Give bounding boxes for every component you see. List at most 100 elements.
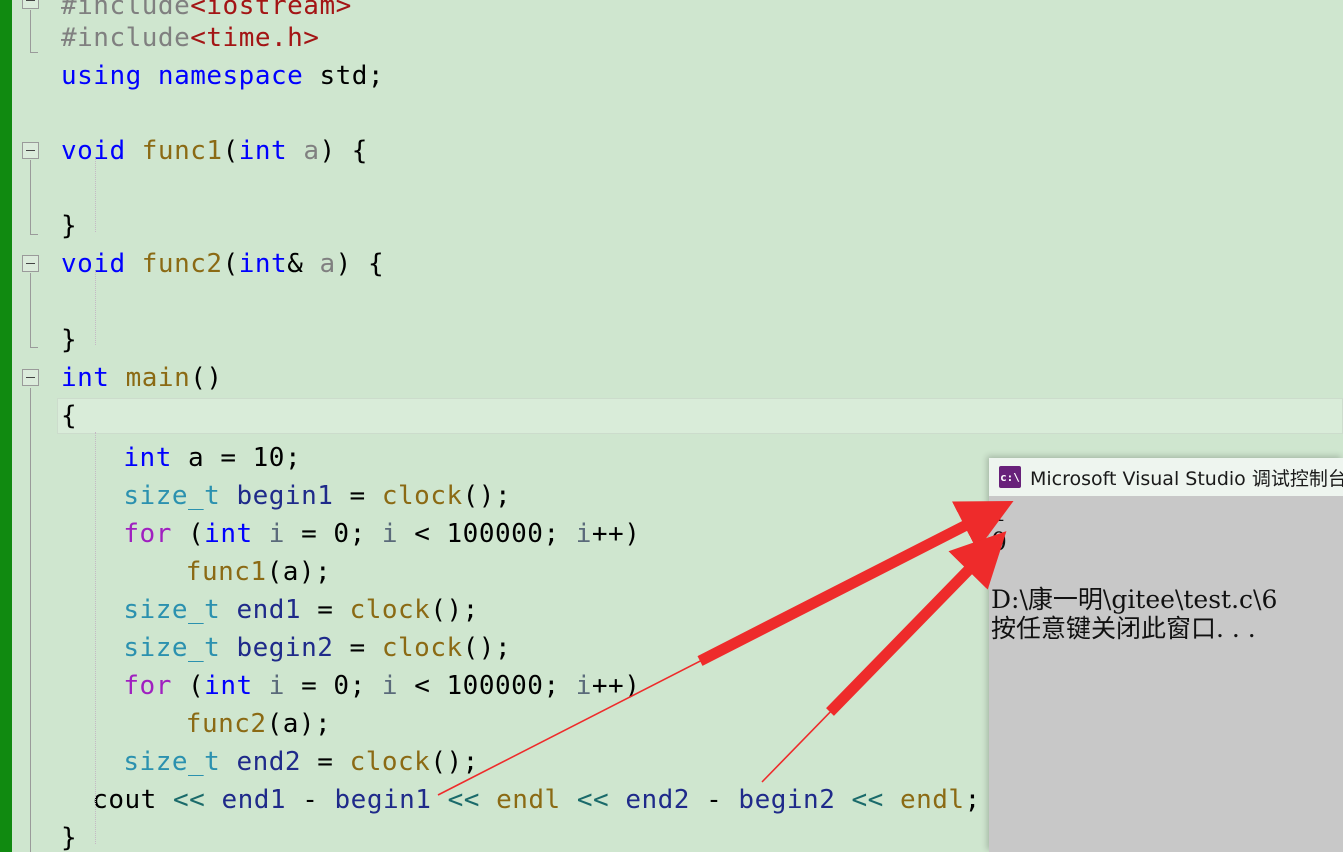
- code-token: int: [238, 136, 288, 166]
- code-token: {: [61, 401, 78, 431]
- code-token: <: [398, 671, 447, 701]
- code-token: -: [689, 785, 739, 815]
- code-token: &: [287, 249, 320, 279]
- code-token: }: [61, 325, 78, 355]
- code-token: cout: [92, 785, 157, 815]
- code-token: for: [123, 671, 172, 701]
- code-token: size_t: [123, 481, 221, 511]
- code-line-call-func1[interactable]: func1(a);: [186, 554, 331, 591]
- code-line-call-func2[interactable]: func2(a);: [186, 706, 331, 743]
- code-line-decl-end2[interactable]: size_t end2 = clock();: [123, 744, 478, 781]
- code-token: 0: [333, 671, 350, 701]
- code-token: =: [301, 595, 350, 625]
- code-token: =: [333, 481, 382, 511]
- console-title-bar[interactable]: c:\ Microsoft Visual Studio 调试控制台: [989, 458, 1343, 496]
- code-token: func2: [185, 709, 267, 739]
- code-token: i: [575, 519, 592, 549]
- code-token: =: [284, 671, 334, 701]
- code-token: void: [61, 136, 126, 166]
- code-token: std;: [303, 61, 385, 91]
- code-line-include-time[interactable]: #include<time.h>: [61, 20, 319, 57]
- code-token: ;: [964, 785, 981, 815]
- code-token: ;: [349, 519, 382, 549]
- code-token: =: [284, 519, 334, 549]
- code-token: <<: [576, 785, 610, 815]
- code-token: ;: [349, 671, 382, 701]
- code-token: ();: [430, 747, 479, 777]
- code-token: size_t: [123, 595, 221, 625]
- code-token: end2: [625, 785, 690, 815]
- code-token: clock: [381, 481, 463, 511]
- code-line-decl-begin2[interactable]: size_t begin2 = clock();: [123, 630, 511, 667]
- console-output-line-2: [991, 556, 1343, 585]
- screenshot-root: #include<iostream> #include<time.h> using …: [0, 0, 1343, 852]
- code-token: <iostream>: [190, 0, 352, 21]
- code-token: (): [190, 363, 223, 393]
- code-line-main-close-brace[interactable]: }: [61, 820, 77, 852]
- code-token: using namespace: [61, 61, 304, 91]
- code-token: ;: [543, 671, 576, 701]
- code-token: ();: [462, 481, 512, 511]
- code-line-main-open-brace[interactable]: {: [61, 398, 77, 435]
- code-token: int: [123, 443, 172, 473]
- code-line-func1-close[interactable]: }: [61, 208, 77, 245]
- code-token: }: [61, 823, 78, 852]
- console-output-area[interactable]: 1 0 D:\康一明\gitee\test.c\6 按任意键关闭此窗口. . .: [989, 496, 1343, 852]
- code-token: begin2: [738, 785, 836, 815]
- code-token: (: [171, 671, 205, 701]
- code-line-using-namespace-std[interactable]: using namespace std;: [61, 58, 384, 95]
- code-token: 100000: [446, 519, 544, 549]
- code-token: begin1: [236, 481, 334, 511]
- code-token: =: [333, 633, 382, 663]
- code-line-main-decl[interactable]: int main(): [61, 360, 223, 397]
- code-token: int: [238, 249, 288, 279]
- code-token: ;: [543, 519, 576, 549]
- code-token: int: [61, 363, 110, 393]
- code-line-func1-decl[interactable]: void func1(int a) {: [61, 133, 368, 170]
- console-output-line-1: 0: [991, 527, 1007, 556]
- code-token: clock: [349, 747, 431, 777]
- code-token: i: [381, 671, 399, 701]
- code-line-for-loop-1[interactable]: for (int i = 0; i < 100000; i++): [123, 516, 640, 553]
- code-token: ++): [591, 671, 641, 701]
- code-token: void: [61, 249, 126, 279]
- code-line-decl-a[interactable]: int a = 10;: [123, 440, 301, 477]
- code-line-for-loop-2[interactable]: for (int i = 0; i < 100000; i++): [123, 668, 640, 705]
- code-token: ) {: [319, 136, 368, 166]
- code-token: -: [286, 785, 335, 815]
- code-token: ;: [284, 443, 302, 473]
- console-output-line-0: 1: [991, 498, 1007, 527]
- code-line-func2-decl[interactable]: void func2(int& a) {: [61, 246, 384, 283]
- code-token: func1: [185, 557, 267, 587]
- code-token: ) {: [335, 249, 385, 279]
- code-token: #include: [61, 0, 191, 21]
- code-token: a =: [171, 443, 253, 473]
- code-line-decl-begin1[interactable]: size_t begin1 = clock();: [123, 478, 511, 515]
- code-token: main: [125, 363, 191, 393]
- code-token: (a);: [266, 709, 332, 739]
- debug-console-window[interactable]: c:\ Microsoft Visual Studio 调试控制台 1 0 D:\康…: [989, 458, 1343, 852]
- code-token: 0: [333, 519, 350, 549]
- code-token: endl: [496, 785, 561, 815]
- code-token: int: [204, 671, 253, 701]
- indent-guide-0: [95, 158, 96, 232]
- indent-guide-1: [95, 271, 96, 345]
- code-line-func2-close[interactable]: }: [61, 322, 77, 359]
- code-token: clock: [381, 633, 463, 663]
- code-token: func2: [141, 249, 223, 279]
- code-token: i: [381, 519, 399, 549]
- code-line-cout-results[interactable]: cout << end1 - begin1 << endl << end2 - …: [92, 782, 981, 819]
- code-line-decl-end1[interactable]: size_t end1 = clock();: [123, 592, 478, 629]
- code-token: <<: [172, 785, 206, 815]
